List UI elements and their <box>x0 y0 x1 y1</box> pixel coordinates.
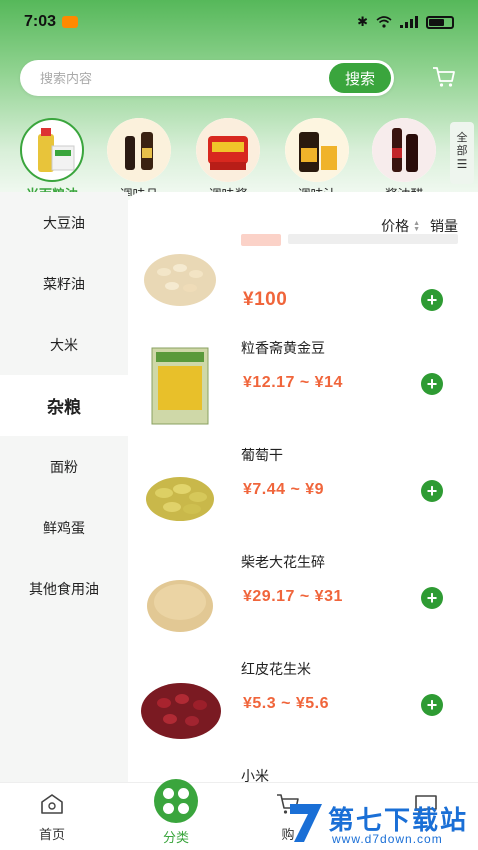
all-categories-button[interactable]: 全 部 ☰ <box>450 122 474 184</box>
add-to-cart-button[interactable]: + <box>421 373 443 395</box>
product-image-raisins <box>146 477 214 521</box>
product-name: 粒香斋黄金豆 <box>241 340 325 356</box>
category-item-grain-oil[interactable]: 米面粮油 <box>17 118 87 196</box>
product-image-golden-beans <box>151 347 209 425</box>
category-sidebar: 大豆油 菜籽油 大米 杂粮 面粉 鲜鸡蛋 其他食用油 <box>0 192 128 782</box>
product-item[interactable]: 葡萄干 ¥7.44 ~ ¥9 + <box>128 437 478 544</box>
tab-category[interactable]: 分类 <box>136 779 216 846</box>
product-name: 柴老大花生碎 <box>241 554 325 570</box>
wifi-icon <box>376 16 392 28</box>
watermark-logo <box>290 804 322 842</box>
search-input[interactable] <box>40 70 329 86</box>
product-item[interactable]: 红皮花生米 ¥5.3 ~ ¥5.6 + <box>128 651 478 758</box>
product-image-peanuts <box>144 254 216 306</box>
product-item[interactable]: ¥100 + <box>128 212 478 319</box>
bluetooth-icon: ✱ <box>357 14 368 29</box>
category-image <box>372 118 436 182</box>
search-bar: 搜索 <box>20 60 394 96</box>
product-name: 葡萄干 <box>241 447 283 463</box>
tab-home[interactable]: 首页 <box>12 791 92 843</box>
status-time: 7:03 <box>24 13 57 30</box>
battery-icon <box>426 15 454 29</box>
product-item[interactable]: 粒香斋黄金豆 ¥12.17 ~ ¥14 + <box>128 330 478 437</box>
category-item-seasoning[interactable]: 调味品 <box>104 118 174 196</box>
tab-home-label: 首页 <box>38 827 65 842</box>
product-list-panel: 价格 ▲ ▼ 销量 ¥100 + 粒香斋黄金豆 ¥12.17 ~ ¥14 + 葡萄… <box>128 192 478 782</box>
product-price: ¥7.44 ~ ¥9 <box>243 481 325 498</box>
add-to-cart-button[interactable]: + <box>421 480 443 502</box>
product-price: ¥5.3 ~ ¥5.6 <box>243 695 330 712</box>
sidebar-item-soybean-oil[interactable]: 大豆油 <box>0 192 128 253</box>
home-icon <box>41 794 63 814</box>
category-item-sauce[interactable]: 调味酱 <box>193 118 263 196</box>
product-price: ¥29.17 ~ ¥31 <box>243 588 343 605</box>
sidebar-item-eggs[interactable]: 鲜鸡蛋 <box>0 497 128 558</box>
product-name: 红皮花生米 <box>241 661 311 677</box>
tab-category-label: 分类 <box>162 830 189 845</box>
category-item-juice[interactable]: 调味汁 <box>282 118 352 196</box>
sidebar-item-rapeseed-oil[interactable]: 菜籽油 <box>0 253 128 314</box>
product-price: ¥12.17 ~ ¥14 <box>243 374 343 391</box>
product-image-crushed-peanuts <box>147 580 213 632</box>
sidebar-item-grains[interactable]: 杂粮 <box>0 375 128 436</box>
product-price: ¥100 <box>243 289 288 310</box>
sidebar-item-rice[interactable]: 大米 <box>0 314 128 375</box>
watermark-url: www.d7down.com <box>332 832 443 846</box>
product-item[interactable]: 柴老大花生碎 ¥29.17 ~ ¥31 + <box>128 544 478 651</box>
search-button[interactable]: 搜索 <box>329 63 391 93</box>
category-strip: 米面粮油 调味品 调味酱 调味汁 酱油醋 <box>0 118 450 196</box>
category-item-soy-vinegar[interactable]: 酱油醋 <box>369 118 439 196</box>
category-image <box>107 118 171 182</box>
category-grid-icon <box>154 779 198 823</box>
add-to-cart-button[interactable]: + <box>421 587 443 609</box>
category-image <box>20 118 84 182</box>
signal-icon <box>400 16 418 28</box>
product-name-cropped <box>288 234 458 244</box>
product-item[interactable]: 小米 <box>128 758 478 782</box>
status-icons: ✱ <box>357 14 454 30</box>
sidebar-item-other-oil[interactable]: 其他食用油 <box>0 558 128 619</box>
category-image <box>196 118 260 182</box>
all-label-1: 全 <box>456 132 468 144</box>
notification-icon <box>62 16 79 28</box>
watermark: 第七下载站 www.d7down.com <box>286 798 476 850</box>
add-to-cart-button[interactable]: + <box>421 289 443 311</box>
status-bar: 7:03 ✱ <box>0 0 478 44</box>
list-filter-icon: ☰ <box>456 157 468 171</box>
product-image-red-peanuts <box>141 683 221 739</box>
category-image <box>285 118 349 182</box>
add-to-cart-button[interactable]: + <box>421 694 443 716</box>
sidebar-item-flour[interactable]: 面粉 <box>0 436 128 497</box>
product-name: 小米 <box>241 768 269 782</box>
product-tag <box>241 234 281 246</box>
cart-icon[interactable] <box>432 66 456 88</box>
